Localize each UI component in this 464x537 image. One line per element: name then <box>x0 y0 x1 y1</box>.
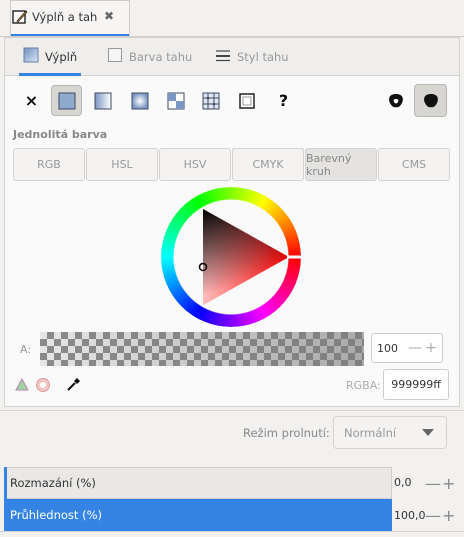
radial-gradient-icon[interactable] <box>124 85 155 116</box>
mode-cmyk[interactable]: CMYK <box>232 148 304 181</box>
opacity-slider[interactable]: Průhlednost (%) <box>4 499 392 531</box>
blend-mode-label: Režim prolnutí: <box>243 426 330 440</box>
color-wheel[interactable] <box>161 187 301 327</box>
opacity-decrement[interactable]: — <box>425 506 441 525</box>
opacity-increment[interactable]: + <box>442 506 455 525</box>
blur-label: Rozmazání (%) <box>10 476 96 490</box>
mode-rgb[interactable]: RGB <box>13 148 85 181</box>
blur-slider[interactable]: Rozmazání (%) <box>4 467 392 499</box>
mode-color-wheel[interactable]: Barevný kruh <box>305 148 377 181</box>
dock-tab-label: Výplň a tah <box>32 10 98 24</box>
blur-increment[interactable]: + <box>442 474 455 493</box>
fill-stroke-icon <box>12 9 28 25</box>
pattern-icon[interactable] <box>160 85 191 116</box>
blur-decrement[interactable]: — <box>425 474 441 493</box>
alpha-spinbox[interactable]: 100 — + <box>371 333 443 363</box>
separator <box>0 410 464 411</box>
bottom-border <box>0 531 464 532</box>
subtab-bar: Výplň Barva tahu Styl tahu <box>5 38 459 76</box>
opacity-label: Průhlednost (%) <box>10 508 102 522</box>
alpha-label: A: <box>20 343 32 356</box>
stroke-paint-icon <box>107 47 123 66</box>
mode-hsv[interactable]: HSV <box>159 148 231 181</box>
section-heading: Jednolitá barva <box>13 128 108 141</box>
alpha-decrement[interactable]: — <box>407 340 423 356</box>
sv-triangle[interactable] <box>161 187 301 327</box>
swatch-icon[interactable] <box>231 85 262 116</box>
color-picker-icon[interactable] <box>66 376 82 395</box>
unset-paint-icon[interactable]: ? <box>268 85 299 116</box>
chevron-down-icon <box>422 426 434 440</box>
alpha-increment[interactable]: + <box>423 340 439 356</box>
tab-fill-underline <box>19 73 82 76</box>
blur-fill <box>4 467 7 499</box>
tab-stroke-paint-label: Barva tahu <box>129 49 193 64</box>
no-paint-icon[interactable]: × <box>16 85 47 116</box>
tab-stroke-style[interactable]: Styl tahu <box>215 38 289 75</box>
alpha-gradient <box>40 332 364 366</box>
color-managed-icon <box>15 377 29 394</box>
blend-mode-select[interactable]: Normální <box>333 416 447 449</box>
blur-value[interactable]: 0,0 <box>394 476 412 489</box>
out-of-gamut-icon <box>35 377 51 396</box>
fill-rule-evenodd-icon[interactable] <box>380 85 411 116</box>
alpha-value[interactable]: 100 <box>372 342 407 355</box>
flat-color-icon[interactable] <box>51 85 82 116</box>
fill-swatch-icon <box>23 47 39 66</box>
tab-stroke-style-label: Styl tahu <box>237 49 289 64</box>
tab-stroke-paint[interactable]: Barva tahu <box>107 38 192 75</box>
color-mode-tabs: RGB HSL HSV CMYK Barevný kruh CMS <box>13 148 450 181</box>
linear-gradient-icon[interactable] <box>87 85 118 116</box>
tab-fill-label: Výplň <box>45 49 78 64</box>
mesh-gradient-icon[interactable] <box>195 85 226 116</box>
close-icon[interactable]: ✖ <box>104 9 114 23</box>
stroke-style-icon <box>215 47 231 66</box>
tab-fill[interactable]: Výplň <box>19 38 82 76</box>
blend-mode-value: Normální <box>344 425 397 440</box>
opacity-value[interactable]: 100,0 <box>394 509 426 522</box>
rgba-label: RGBA: <box>346 379 381 392</box>
mode-hsl[interactable]: HSL <box>86 148 158 181</box>
fill-rule-nonzero-icon[interactable] <box>414 84 447 117</box>
mode-cms[interactable]: CMS <box>378 148 450 181</box>
rgba-field[interactable]: 999999ff <box>383 369 449 400</box>
